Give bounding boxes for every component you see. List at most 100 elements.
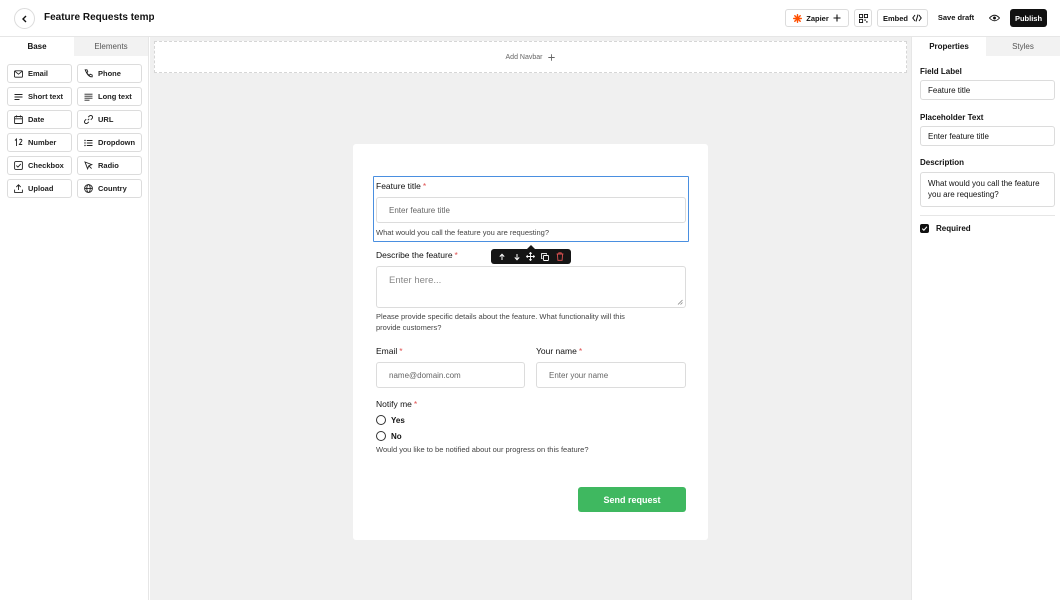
drag-button[interactable] — [525, 251, 537, 263]
add-navbar-button[interactable]: Add Navbar — [154, 41, 907, 73]
element-label: Date — [28, 115, 45, 124]
right-tabs: Properties Styles — [912, 37, 1060, 56]
tab-styles[interactable]: Styles — [986, 37, 1060, 56]
form-canvas: Add Navbar Feature title * Enter feature … — [150, 37, 911, 600]
notify-help: Would you like to be notified about our … — [376, 445, 589, 454]
element-label: Number — [28, 138, 57, 147]
radio-circle[interactable] — [376, 415, 386, 425]
field-label-heading: Field Label — [920, 67, 962, 76]
add-navbar-label: Add Navbar — [505, 53, 543, 61]
radio-circle[interactable] — [376, 431, 386, 441]
required-toggle[interactable]: Required — [920, 224, 971, 233]
element-checkbox[interactable]: Checkbox — [7, 156, 72, 175]
long-text-icon — [84, 93, 93, 101]
move-icon — [526, 252, 536, 261]
phone-icon — [84, 69, 93, 78]
plus-icon — [833, 14, 841, 22]
copy-icon — [541, 252, 550, 261]
required-checkbox[interactable] — [920, 224, 929, 233]
back-button[interactable] — [14, 8, 35, 29]
short-text-icon — [14, 93, 23, 100]
upload-icon — [14, 184, 23, 193]
list-icon — [84, 139, 93, 146]
field-label-input[interactable]: Feature title — [920, 80, 1055, 100]
required-mark: * — [422, 181, 427, 191]
your-name-label: Your name * — [536, 346, 583, 356]
save-draft-button[interactable]: Save draft — [936, 13, 976, 22]
radio-option-yes[interactable]: Yes — [376, 415, 405, 425]
move-down-button[interactable] — [511, 251, 523, 263]
delete-button[interactable] — [554, 251, 566, 263]
describe-placeholder: Enter here... — [389, 275, 442, 286]
element-label: Long text — [98, 92, 132, 101]
placeholder-input[interactable]: Enter feature title — [920, 126, 1055, 146]
element-label: Dropdown — [98, 138, 136, 147]
element-label: Checkbox — [28, 161, 64, 170]
describe-textarea[interactable]: Enter here... — [376, 266, 686, 308]
tab-base[interactable]: Base — [0, 37, 74, 56]
element-dropdown[interactable]: Dropdown — [77, 133, 142, 152]
element-label: Email — [28, 69, 49, 78]
element-email[interactable]: Email — [7, 64, 72, 83]
element-label: URL — [98, 115, 114, 124]
element-phone[interactable]: Phone — [77, 64, 142, 83]
embed-label: Embed — [882, 13, 908, 23]
email-input[interactable]: name@domain.com — [376, 362, 525, 388]
link-icon — [84, 115, 93, 124]
zapier-button[interactable]: Zapier — [785, 9, 849, 27]
qr-code-button[interactable] — [854, 9, 872, 27]
move-up-button[interactable] — [496, 251, 508, 263]
element-upload[interactable]: Upload — [7, 179, 72, 198]
notify-label: Notify me * — [376, 399, 418, 409]
description-textarea[interactable]: What would you call the feature you are … — [920, 172, 1055, 207]
cursor-icon — [84, 161, 93, 170]
element-label: Country — [98, 184, 127, 193]
publish-button[interactable]: Publish — [1010, 9, 1047, 27]
divider — [920, 215, 1055, 216]
zapier-label: Zapier — [806, 13, 829, 23]
required-mark: * — [454, 250, 458, 260]
calendar-icon — [14, 115, 23, 124]
preview-button[interactable] — [986, 11, 1002, 25]
zapier-icon — [793, 13, 803, 23]
tab-elements[interactable]: Elements — [74, 37, 148, 56]
radio-option-no[interactable]: No — [376, 431, 402, 441]
feature-title-label: Feature title * — [376, 181, 427, 191]
feature-title-input[interactable]: Enter feature title — [376, 197, 686, 223]
required-label: Required — [936, 224, 971, 233]
embed-button[interactable]: Embed — [877, 9, 928, 27]
right-sidebar: Properties Styles Field Label Feature ti… — [911, 37, 1060, 600]
arrow-down-icon — [514, 253, 520, 261]
element-short-text[interactable]: Short text — [7, 87, 72, 106]
element-label: Short text — [28, 92, 64, 101]
radio-label: Yes — [391, 415, 405, 425]
duplicate-button[interactable] — [539, 251, 551, 263]
radio-label: No — [391, 431, 402, 441]
send-request-button[interactable]: Send request — [578, 487, 686, 512]
left-sidebar: Base Elements Email Phone Short text Lon… — [0, 37, 149, 600]
elements-grid: Email Phone Short text Long text Date UR… — [7, 64, 142, 198]
element-country[interactable]: Country — [77, 179, 142, 198]
element-long-text[interactable]: Long text — [77, 87, 142, 106]
field-toolbar — [491, 245, 571, 264]
describe-help: Please provide specific details about th… — [376, 312, 625, 332]
resize-handle-icon[interactable] — [677, 299, 683, 305]
check-icon — [921, 226, 928, 231]
tab-properties[interactable]: Properties — [912, 37, 986, 56]
arrow-up-icon — [499, 252, 505, 260]
element-url[interactable]: URL — [77, 110, 142, 129]
element-number[interactable]: Number — [7, 133, 72, 152]
chevron-left-icon — [21, 15, 26, 22]
left-tabs: Base Elements — [0, 37, 148, 56]
description-heading: Description — [920, 158, 965, 167]
email-label: Email * — [376, 346, 403, 356]
your-name-input[interactable]: Enter your name — [536, 362, 686, 388]
element-radio[interactable]: Radio — [77, 156, 142, 175]
element-date[interactable]: Date — [7, 110, 72, 129]
eye-icon — [988, 14, 1000, 22]
placeholder-heading: Placeholder Text — [920, 113, 984, 122]
describe-label: Describe the feature * — [376, 250, 458, 260]
globe-icon — [84, 184, 93, 193]
checkbox-icon — [14, 161, 23, 170]
feature-title-help: What would you call the feature you are … — [376, 228, 550, 237]
